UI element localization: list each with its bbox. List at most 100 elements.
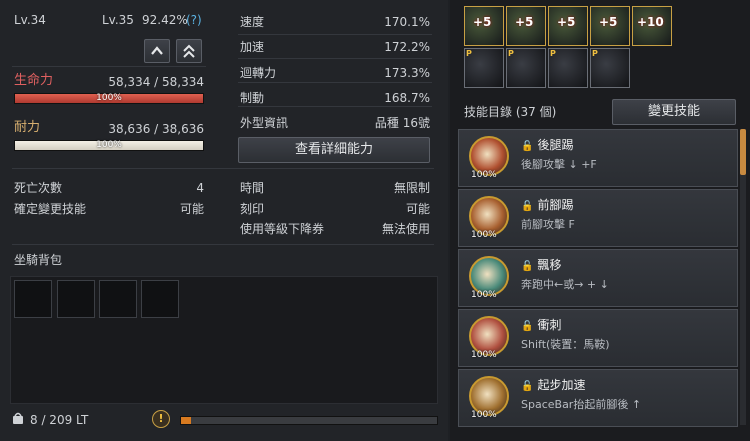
- enhance-level: +5: [557, 15, 576, 29]
- premium-badge: P: [550, 49, 556, 58]
- skill-name: 🔓 衝刺: [521, 318, 562, 332]
- costume-slot-4[interactable]: P: [590, 48, 630, 88]
- skill-list-scrollbar[interactable]: [740, 129, 746, 425]
- skill-mastery: 100%: [471, 290, 497, 300]
- enhance-level: +5: [599, 15, 618, 29]
- appearance-info-value: 品種 16號: [374, 116, 430, 130]
- premium-badge: P: [508, 49, 514, 58]
- stamina-label: 耐力: [14, 120, 41, 135]
- level-help-icon[interactable]: (?): [186, 13, 202, 27]
- double-chevron-up-icon: [183, 44, 195, 58]
- premium-badge: P: [466, 49, 472, 58]
- skill-change-value: 可能: [179, 202, 204, 216]
- skill-mastery: 100%: [471, 230, 497, 240]
- unlock-icon: 🔓: [521, 201, 534, 212]
- skill-command: 後腳攻擊 ↓ +F: [521, 158, 597, 171]
- stat-turning-label: 迴轉力: [240, 66, 277, 80]
- skill-item[interactable]: 100% 🔓 飄移 奔跑中←或→ + ↓: [458, 249, 738, 307]
- time-label: 時間: [240, 181, 265, 195]
- mount-bag-title: 坐騎背包: [14, 253, 63, 267]
- premium-badge: P: [592, 49, 598, 58]
- hp-value: 58,334 / 58,334: [108, 75, 204, 89]
- hp-bar: 100%: [14, 93, 204, 104]
- divider: [238, 34, 432, 35]
- change-skill-button[interactable]: 變更技能: [612, 99, 736, 125]
- stamina-bar-text: 100%: [96, 140, 122, 150]
- stat-acceleration-value: 172.2%: [384, 40, 430, 54]
- skill-command: SpaceBar抬起前腳後 ↑: [521, 398, 642, 411]
- bag-slot[interactable]: [141, 280, 179, 318]
- skill-command: 奔跑中←或→ + ↓: [521, 278, 609, 291]
- time-value: 無限制: [393, 181, 430, 195]
- bag-slot[interactable]: [99, 280, 137, 318]
- skill-command: 前腳攻擊 F: [521, 218, 575, 231]
- current-level: Lv.34: [14, 13, 46, 27]
- skill-item[interactable]: 100% 🔓 後腿踢 後腳攻擊 ↓ +F: [458, 129, 738, 187]
- skill-mastery: 100%: [471, 170, 497, 180]
- skill-item[interactable]: 100% 🔓 衝刺 Shift(裝置：馬鞍): [458, 309, 738, 367]
- raise-level-max-button[interactable]: [176, 39, 202, 63]
- bag-capacity: 8 / 209 LT: [30, 413, 89, 427]
- next-level: Lv.35: [102, 13, 134, 27]
- level-progress: 92.42%: [142, 13, 188, 27]
- gear-slot-1[interactable]: +5: [464, 6, 504, 46]
- hp-label: 生命力: [14, 73, 54, 88]
- divider: [12, 244, 434, 245]
- skills-list-title: 技能目錄 (37 個): [464, 105, 557, 119]
- divider: [12, 168, 434, 169]
- unlock-icon: 🔓: [521, 141, 534, 152]
- warning-icon[interactable]: !: [152, 410, 170, 428]
- costume-slot-2[interactable]: P: [506, 48, 546, 88]
- skill-change-label: 確定變更技能: [14, 202, 87, 216]
- skill-item[interactable]: 100% 🔓 起步加速 SpaceBar抬起前腳後 ↑: [458, 369, 738, 427]
- skill-name: 🔓 前腳踢: [521, 198, 574, 212]
- enhance-level: +5: [515, 15, 534, 29]
- divider: [238, 82, 432, 83]
- bag-slot[interactable]: [14, 280, 52, 318]
- gear-slot-3[interactable]: +5: [548, 6, 588, 46]
- raise-level-button[interactable]: [144, 39, 170, 63]
- skill-name: 🔓 後腿踢: [521, 138, 574, 152]
- skill-mastery: 100%: [471, 350, 497, 360]
- skill-command: Shift(裝置：馬鞍): [521, 338, 610, 351]
- imprint-label: 刻印: [240, 202, 265, 216]
- bag-weight-fill: [181, 417, 192, 424]
- level-ticket-value: 無法使用: [381, 222, 430, 236]
- unlock-icon: 🔓: [521, 321, 534, 332]
- stamina-value: 38,636 / 38,636: [108, 122, 204, 136]
- view-details-button[interactable]: 查看詳細能力: [238, 137, 430, 163]
- weight-icon: [13, 412, 23, 424]
- enhance-level: +10: [637, 15, 664, 29]
- costume-slot-1[interactable]: P: [464, 48, 504, 88]
- skill-mastery: 100%: [471, 410, 497, 420]
- divider: [238, 106, 432, 107]
- stat-turning-value: 173.3%: [384, 66, 430, 80]
- death-count-value: 4: [196, 181, 204, 195]
- gear-slot-5[interactable]: +10: [632, 6, 672, 46]
- bag-weight-bar: [180, 416, 438, 425]
- gear-slot-2[interactable]: +5: [506, 6, 546, 46]
- death-count-label: 死亡次數: [14, 181, 63, 195]
- bag-slot[interactable]: [57, 280, 95, 318]
- stat-speed-label: 速度: [240, 15, 265, 29]
- unlock-icon: 🔓: [521, 381, 534, 392]
- stamina-bar: 100%: [14, 140, 204, 151]
- gear-slot-4[interactable]: +5: [590, 6, 630, 46]
- chevron-up-icon: [151, 46, 163, 55]
- skill-item[interactable]: 100% 🔓 前腳踢 前腳攻擊 F: [458, 189, 738, 247]
- stat-brake-label: 制動: [240, 91, 265, 105]
- level-ticket-label: 使用等級下降券: [240, 222, 325, 236]
- divider: [12, 66, 206, 67]
- enhance-level: +5: [473, 15, 492, 29]
- skill-name: 🔓 起步加速: [521, 378, 586, 392]
- stat-brake-value: 168.7%: [384, 91, 430, 105]
- costume-slot-3[interactable]: P: [548, 48, 588, 88]
- stat-speed-value: 170.1%: [384, 15, 430, 29]
- scrollbar-thumb[interactable]: [740, 129, 746, 175]
- hp-bar-text: 100%: [96, 93, 122, 103]
- imprint-value: 可能: [405, 202, 430, 216]
- appearance-info-label: 外型資訊: [240, 116, 289, 130]
- stat-acceleration-label: 加速: [240, 40, 265, 54]
- skill-name: 🔓 飄移: [521, 258, 562, 272]
- unlock-icon: 🔓: [521, 261, 534, 272]
